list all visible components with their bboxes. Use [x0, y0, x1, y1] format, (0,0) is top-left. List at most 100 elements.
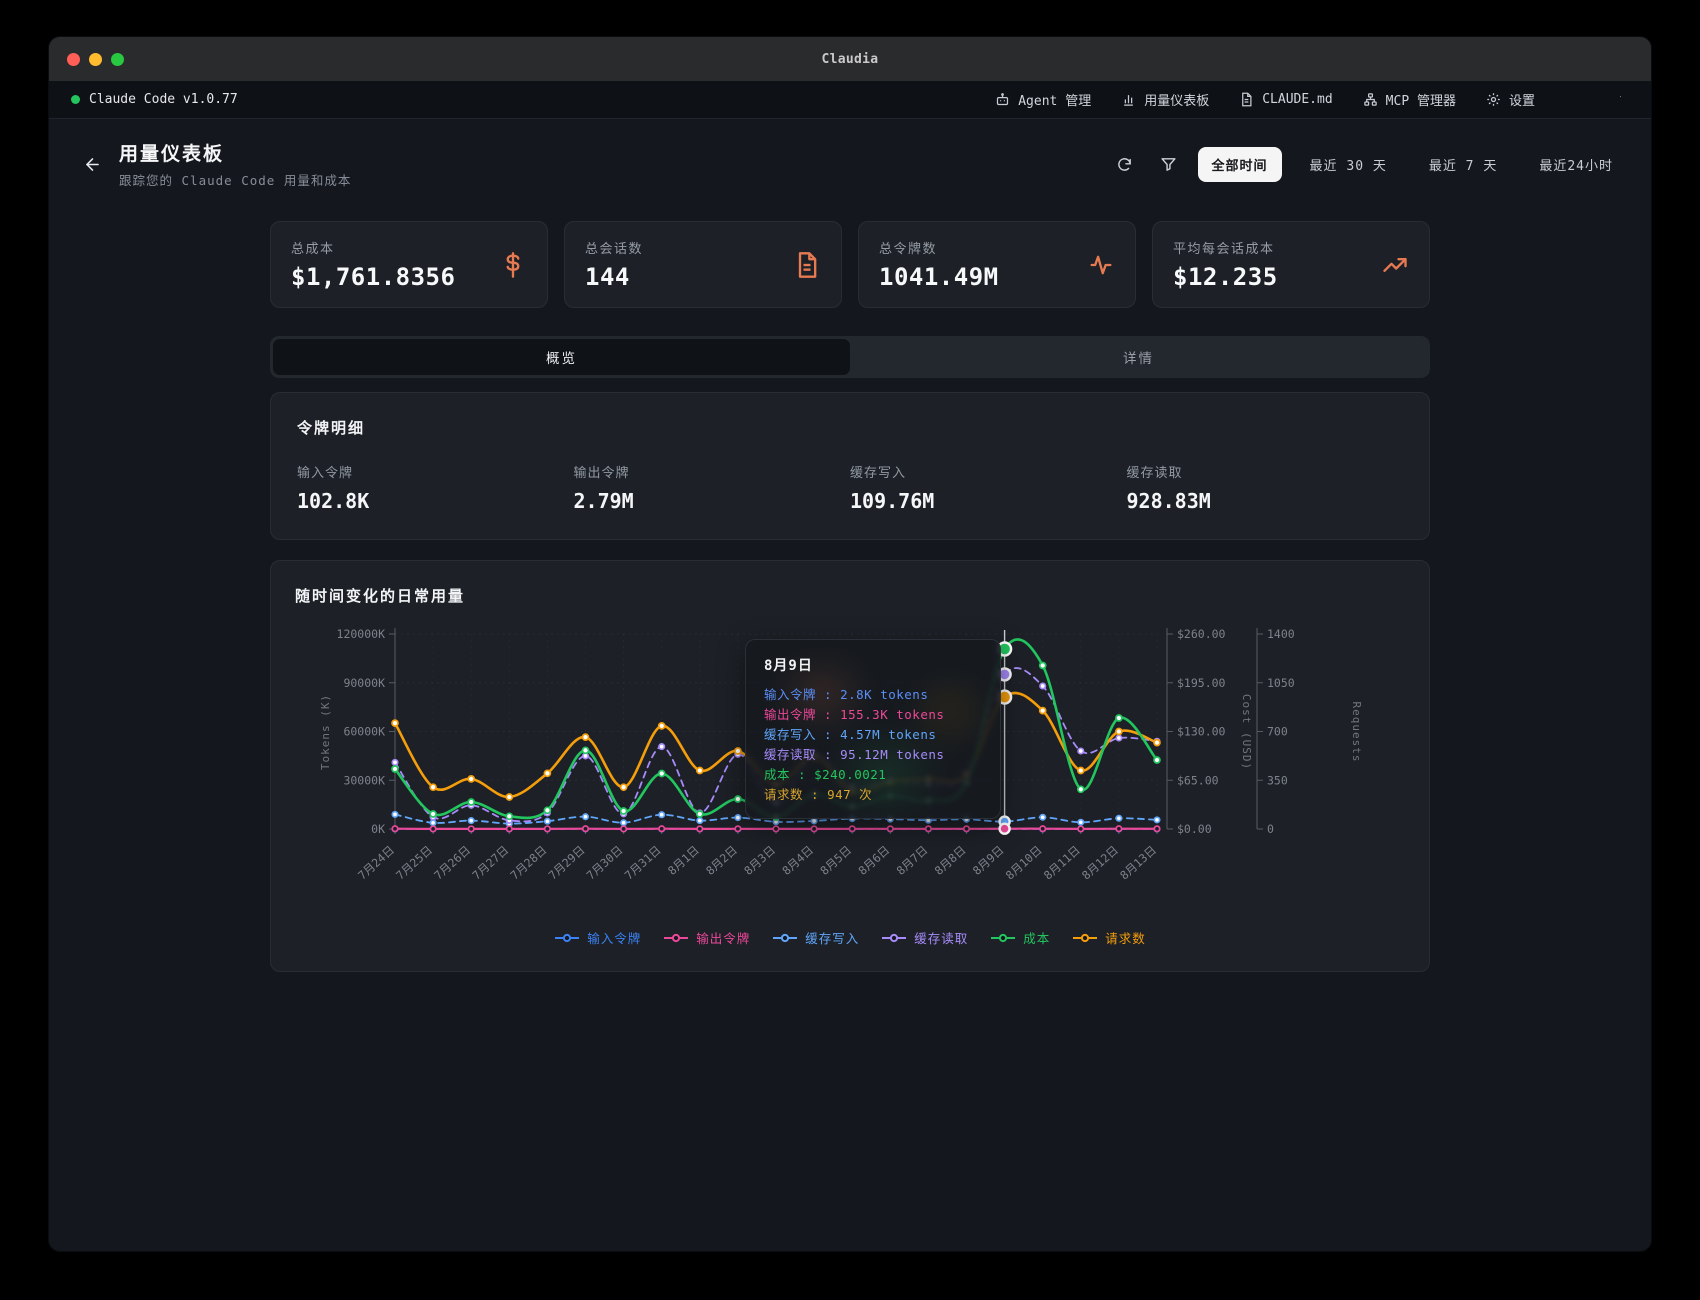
refresh-icon: [1116, 156, 1133, 173]
tab-overview[interactable]: 概览: [273, 339, 850, 375]
svg-text:7月28日: 7月28日: [508, 843, 550, 883]
breakdown-label: 输入令牌: [297, 462, 574, 481]
tooltip-row: 输入令牌 : 2.8K tokens: [764, 685, 982, 705]
legend-item-输出令牌[interactable]: 输出令牌: [663, 928, 750, 947]
nav-label: CLAUDE.md: [1262, 92, 1332, 107]
nav-settings[interactable]: 设置: [1486, 90, 1535, 109]
stat-label: 总成本: [291, 238, 499, 257]
time-filter-30-days[interactable]: 最近 30 天: [1296, 147, 1401, 182]
chart-legend: 输入令牌 输出令牌 缓存写入 缓存读取 成本 请求数: [295, 928, 1405, 953]
breakdown-output-tokens: 输出令牌 2.79M: [574, 462, 851, 513]
breakdown-cache-read: 缓存读取 928.83M: [1127, 462, 1404, 513]
svg-text:$260.00: $260.00: [1177, 627, 1226, 641]
svg-text:8月9日: 8月9日: [970, 843, 1007, 878]
legend-marker-icon: [554, 933, 580, 943]
nav-mcp-manager[interactable]: MCP 管理器: [1363, 90, 1456, 109]
svg-text:60000K: 60000K: [343, 725, 385, 739]
tab-details[interactable]: 详情: [850, 339, 1427, 375]
tooltip-row: 缓存读取 : 95.12M tokens: [764, 745, 982, 765]
svg-text:1050: 1050: [1267, 676, 1295, 690]
stat-label: 总会话数: [585, 238, 793, 257]
nav-usage-dashboard[interactable]: 用量仪表板: [1121, 90, 1209, 109]
legend-item-缓存读取[interactable]: 缓存读取: [881, 928, 968, 947]
file-text-icon: [793, 251, 821, 279]
nav-label: 用量仪表板: [1144, 90, 1209, 109]
svg-text:120000K: 120000K: [337, 627, 386, 641]
window-title: Claudia: [49, 52, 1651, 67]
stat-value: $12.235: [1173, 263, 1381, 291]
legend-item-输入令牌[interactable]: 输入令牌: [554, 928, 641, 947]
svg-text:8月3日: 8月3日: [741, 843, 778, 878]
svg-text:8月7日: 8月7日: [894, 843, 931, 878]
svg-text:8月1日: 8月1日: [665, 843, 702, 878]
legend-marker-icon: [990, 933, 1016, 943]
refresh-button[interactable]: [1110, 149, 1140, 179]
navbar: Claude Code v1.0.77 Agent 管理 用量仪表板 CLAUD…: [49, 81, 1651, 119]
svg-text:0K: 0K: [371, 822, 385, 836]
time-filter-7-days[interactable]: 最近 7 天: [1415, 147, 1511, 182]
svg-text:7月24日: 7月24日: [355, 843, 397, 883]
stat-value: $1,761.8356: [291, 263, 499, 291]
svg-text:350: 350: [1267, 773, 1288, 787]
legend-marker-icon: [772, 933, 798, 943]
globe-icon: [1565, 91, 1582, 108]
info-button[interactable]: [1612, 91, 1629, 108]
gear-icon: [1486, 92, 1501, 107]
svg-text:30000K: 30000K: [343, 773, 385, 787]
filter-button[interactable]: [1154, 149, 1184, 179]
svg-text:$195.00: $195.00: [1177, 676, 1226, 690]
svg-text:7月27日: 7月27日: [469, 843, 511, 883]
token-breakdown-title: 令牌明细: [297, 417, 1403, 438]
app-version: Claude Code v1.0.77: [71, 92, 238, 107]
nav-label: 设置: [1509, 90, 1535, 109]
tooltip-date: 8月9日: [764, 655, 982, 675]
trending-up-icon: [1381, 251, 1409, 279]
svg-text:$65.00: $65.00: [1177, 773, 1219, 787]
stat-value: 1041.49M: [879, 263, 1087, 291]
page-title: 用量仪表板: [119, 139, 351, 166]
breakdown-input-tokens: 输入令牌 102.8K: [297, 462, 574, 513]
stat-cards: 总成本 $1,761.8356 总会话数 144 总令牌数: [270, 221, 1430, 308]
time-filter-all-time[interactable]: 全部时间: [1198, 147, 1282, 182]
nav-label: Agent 管理: [1018, 90, 1091, 109]
stat-card-avg-cost-per-session: 平均每会话成本 $12.235: [1152, 221, 1430, 308]
legend-marker-icon: [1072, 933, 1098, 943]
back-button[interactable]: [73, 145, 111, 183]
nodes-icon: [1363, 92, 1378, 107]
legend-item-成本[interactable]: 成本: [990, 928, 1050, 947]
nav-claude-md[interactable]: CLAUDE.md: [1239, 92, 1332, 107]
svg-text:Tokens (K): Tokens (K): [319, 694, 332, 770]
chart-tooltip: 8月9日 输入令牌 : 2.8K tokens输出令牌 : 155.3K tok…: [745, 639, 1001, 819]
stat-label: 平均每会话成本: [1173, 238, 1381, 257]
nav-agent-manager[interactable]: Agent 管理: [995, 90, 1091, 109]
time-filter-24-hours[interactable]: 最近24小时: [1525, 147, 1627, 182]
stat-label: 总令牌数: [879, 238, 1087, 257]
stat-card-total-cost: 总成本 $1,761.8356: [270, 221, 548, 308]
svg-text:700: 700: [1267, 725, 1288, 739]
svg-text:$130.00: $130.00: [1177, 725, 1226, 739]
tooltip-row: 输出令牌 : 155.3K tokens: [764, 705, 982, 725]
svg-text:0: 0: [1267, 822, 1274, 836]
svg-text:8月12日: 8月12日: [1079, 843, 1121, 883]
titlebar: Claudia: [49, 37, 1651, 81]
svg-text:7月29日: 7月29日: [546, 843, 588, 883]
svg-text:7月25日: 7月25日: [393, 843, 435, 883]
legend-item-缓存写入[interactable]: 缓存写入: [772, 928, 859, 947]
page-header: 用量仪表板 跟踪您的 Claude Code 用量和成本 全部时间 最近 30 …: [49, 119, 1651, 207]
app-window: Claudia Claude Code v1.0.77 Agent 管理 用量仪…: [48, 36, 1652, 1252]
svg-text:8月5日: 8月5日: [817, 843, 854, 878]
breakdown-cache-write: 缓存写入 109.76M: [850, 462, 1127, 513]
arrow-left-icon: [83, 155, 102, 174]
info-icon: [1612, 91, 1629, 108]
svg-text:8月10日: 8月10日: [1003, 843, 1045, 883]
chart-title: 随时间变化的日常用量: [295, 585, 1405, 606]
daily-usage-chart-card: 随时间变化的日常用量 0K30000K60000K90000K120000KTo…: [270, 560, 1430, 972]
svg-text:7月30日: 7月30日: [584, 843, 626, 883]
svg-text:Cost (USD): Cost (USD): [1240, 694, 1253, 770]
svg-text:8月11日: 8月11日: [1041, 843, 1083, 883]
language-globe-button[interactable]: [1565, 91, 1582, 108]
breakdown-value: 928.83M: [1127, 489, 1404, 513]
file-icon: [1239, 92, 1254, 107]
legend-item-请求数[interactable]: 请求数: [1072, 928, 1146, 947]
token-breakdown-card: 令牌明细 输入令牌 102.8K 输出令牌 2.79M 缓存写入 109.76M…: [270, 392, 1430, 540]
